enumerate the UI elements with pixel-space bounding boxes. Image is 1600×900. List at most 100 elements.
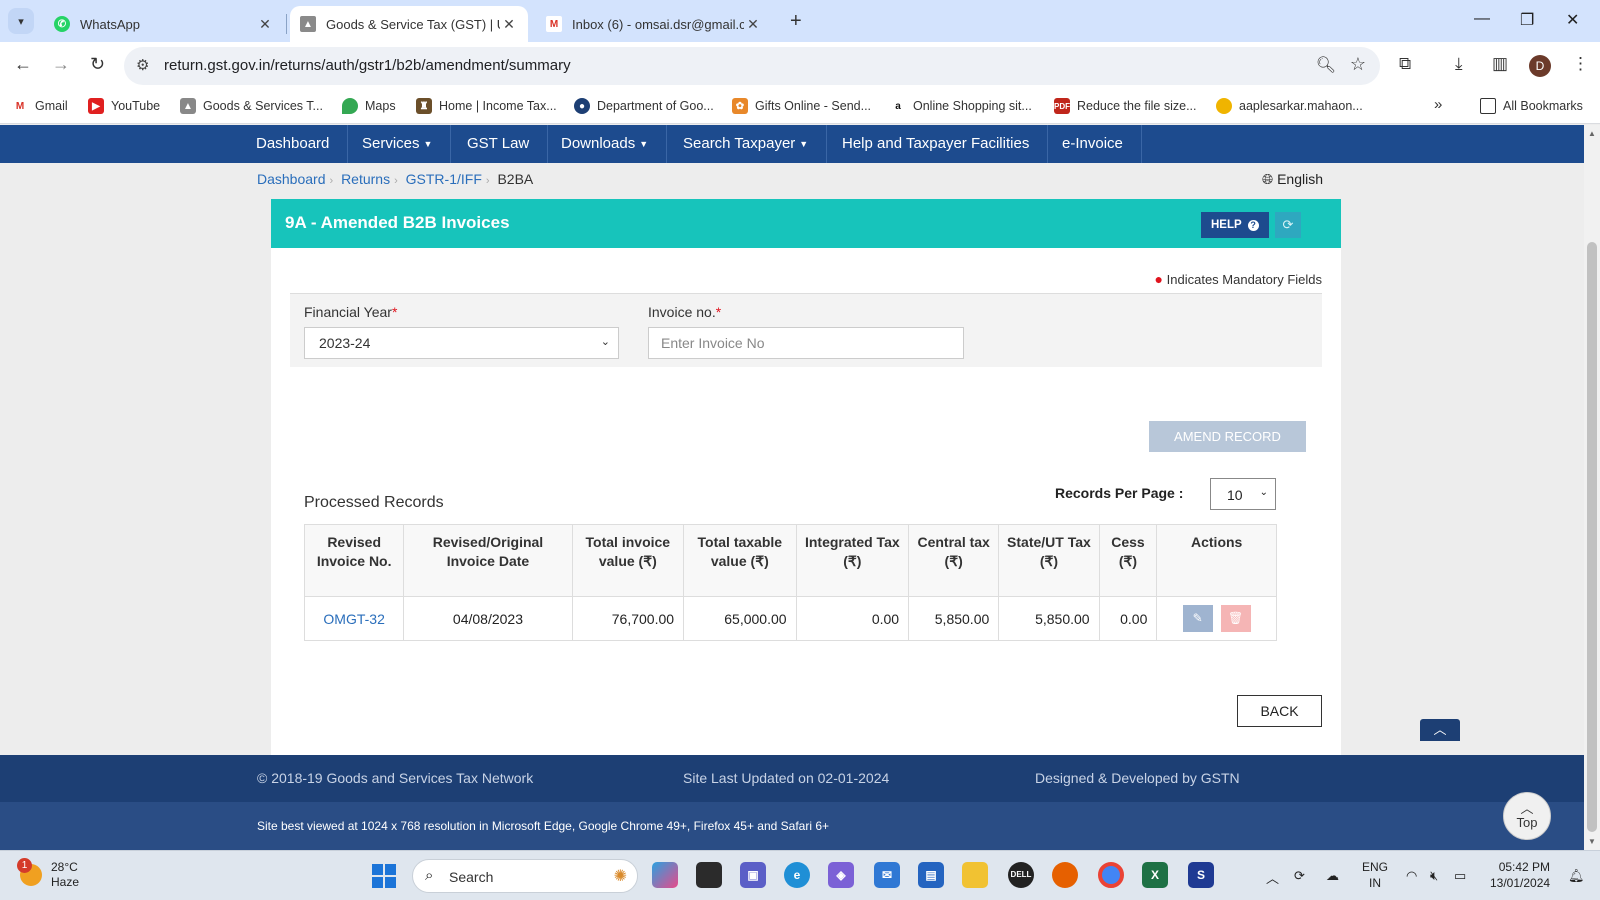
taskbar-search[interactable]: ⌕ Search ✺ — [412, 859, 638, 893]
input-language[interactable]: ENG IN — [1362, 859, 1388, 891]
invoice-no-input[interactable] — [648, 327, 964, 359]
close-window-icon[interactable]: ✕ — [1566, 10, 1579, 30]
address-bar[interactable]: ⚙ return.gst.gov.in/returns/auth/gstr1/b… — [124, 47, 1380, 85]
required-asterisk: * — [391, 304, 398, 320]
nav-services[interactable]: Services ▼ — [344, 125, 452, 163]
tab-gst[interactable]: ▲ Goods & Service Tax (GST) | User ✕ — [290, 6, 528, 42]
minimize-icon[interactable]: — — [1474, 10, 1490, 28]
url-text[interactable]: return.gst.gov.in/returns/auth/gstr1/b2b… — [164, 57, 571, 74]
financial-year-select[interactable]: 2023-24 ⌄ — [304, 327, 619, 359]
copilot-app-icon[interactable]: ◈ — [828, 862, 854, 888]
main-navigation: Dashboard Services ▼ GST Law Downloads ▼ S… — [0, 125, 1584, 163]
back-button[interactable]: BACK — [1237, 695, 1322, 727]
breadcrumb-dashboard[interactable]: Dashboard — [257, 171, 326, 187]
bookmark-gst[interactable]: ▲ Goods & Services T... — [180, 98, 323, 114]
mail-icon[interactable]: ✉ — [874, 862, 900, 888]
tally-app-icon[interactable]: S — [1188, 862, 1214, 888]
volume-muted-icon[interactable]: 🔇︎ — [1430, 868, 1438, 884]
footer-primary: © 2018-19 Goods and Services Tax Network… — [0, 755, 1584, 802]
chrome-icon[interactable] — [1098, 862, 1124, 888]
tab-search-chevron-icon[interactable]: ▾ — [8, 8, 34, 34]
reload-icon[interactable]: ↻ — [90, 54, 105, 75]
nav-e-invoice[interactable]: e-Invoice — [1044, 125, 1142, 163]
help-button[interactable]: HELP? — [1201, 212, 1269, 238]
firefox-icon[interactable] — [1052, 862, 1078, 888]
bookmark-aaplesarkar[interactable]: aaplesarkar.mahaon... — [1216, 98, 1363, 114]
records-per-page-select[interactable]: 10 ⌄ — [1210, 478, 1276, 510]
nav-help-facilities[interactable]: Help and Taxpayer Facilities — [824, 125, 1049, 163]
delete-trash-icon[interactable]: 🗑︎ — [1220, 605, 1251, 632]
scroll-up-chevron-icon[interactable]: ︿ — [1420, 719, 1460, 741]
edge-icon[interactable]: e — [784, 862, 810, 888]
nav-search-taxpayer[interactable]: Search Taxpayer ▼ — [665, 125, 828, 163]
bookmark-youtube[interactable]: ▶ YouTube — [88, 98, 160, 114]
show-hidden-icons-chevron-icon[interactable]: ︿ — [1266, 868, 1279, 887]
bookmark-dept-goods[interactable]: ● Department of Goo... — [574, 98, 714, 114]
bookmark-amazon[interactable]: a Online Shopping sit... — [890, 98, 1032, 114]
excel-icon[interactable]: X — [1142, 862, 1168, 888]
scroll-up-arrow-icon[interactable]: ▲ — [1588, 129, 1596, 138]
battery-icon[interactable]: ▭ — [1454, 868, 1466, 884]
task-view-icon[interactable] — [696, 862, 722, 888]
system-clock[interactable]: 05:42 PM 13/01/2024 — [1490, 859, 1550, 891]
download-icon[interactable]: ⤓ — [1455, 54, 1463, 74]
restore-icon[interactable]: ❐ — [1520, 10, 1534, 30]
teams-icon[interactable]: ▣ — [740, 862, 766, 888]
nav-downloads[interactable]: Downloads ▼ — [543, 125, 668, 163]
search-icon: ⌕ — [425, 867, 434, 884]
select-value: 10 — [1227, 487, 1243, 503]
side-panel-icon[interactable]: ▥ — [1492, 54, 1508, 74]
site-info-icon[interactable]: ⚙ — [136, 56, 149, 74]
notification-bell-icon[interactable]: 🔔︎ — [1568, 868, 1585, 884]
bookmark-maps[interactable]: Maps — [342, 98, 396, 114]
gift-icon: ✿ — [732, 98, 748, 114]
bookmark-gifts[interactable]: ✿ Gifts Online - Send... — [732, 98, 871, 114]
tab-whatsapp[interactable]: ✆ WhatsApp ✕ — [44, 6, 284, 42]
forward-arrow-icon[interactable]: → — [52, 54, 70, 75]
close-tab-icon[interactable]: ✕ — [500, 16, 518, 33]
tab-gmail[interactable]: M Inbox (6) - omsai.dsr@gmail.com ✕ — [536, 6, 772, 42]
more-bookmarks-chevron-icon[interactable]: » — [1434, 96, 1442, 113]
scroll-down-arrow-icon[interactable]: ▼ — [1588, 837, 1596, 846]
breadcrumb-gstr1[interactable]: GSTR-1/IFF — [406, 171, 482, 187]
back-arrow-icon[interactable]: ← — [14, 54, 32, 75]
new-tab-plus-icon[interactable]: + — [790, 10, 802, 33]
file-explorer-icon[interactable] — [962, 862, 988, 888]
bookmark-star-icon[interactable]: ☆ — [1350, 54, 1366, 75]
dell-icon[interactable]: DELL — [1008, 862, 1034, 888]
copilot-icon[interactable] — [652, 862, 678, 888]
store-icon[interactable]: ▤ — [918, 862, 944, 888]
nav-dashboard[interactable]: Dashboard — [238, 125, 349, 163]
weather-widget[interactable]: 1 28°C Haze — [17, 858, 79, 890]
wifi-icon[interactable]: ◠ — [1406, 868, 1417, 884]
profile-avatar[interactable]: D — [1529, 55, 1551, 77]
close-tab-icon[interactable]: ✕ — [256, 16, 274, 33]
bookmark-gmail[interactable]: M Gmail — [12, 98, 68, 114]
sync-icon[interactable]: ⟳ — [1294, 868, 1305, 884]
extensions-puzzle-icon[interactable]: ⧉ — [1399, 54, 1411, 74]
amend-record-button[interactable]: AMEND RECORD — [1149, 421, 1306, 452]
invoice-link[interactable]: OMGT-32 — [323, 611, 384, 627]
breadcrumb-returns[interactable]: Returns — [341, 171, 390, 187]
browser-tab-strip: ▾ ✆ WhatsApp ✕ ▲ Goods & Service Tax (GS… — [0, 0, 1600, 42]
page-scrollbar[interactable]: ▲ ▼ — [1584, 125, 1600, 850]
nav-gst-law[interactable]: GST Law — [449, 125, 549, 163]
gst-emblem-icon: ▲ — [300, 16, 316, 32]
edit-pencil-icon[interactable]: ✎ — [1182, 605, 1213, 632]
search-highlight-icon: ✺ — [613, 868, 627, 885]
windows-start-icon[interactable] — [372, 864, 396, 888]
menu-kebab-icon[interactable]: ⋮ — [1572, 54, 1589, 74]
back-to-top-button[interactable]: ︿ Top — [1503, 792, 1551, 840]
cell-total-taxable-value: 65,000.00 — [683, 596, 797, 641]
aaplesarkar-icon — [1216, 98, 1232, 114]
processed-records-title: Processed Records — [304, 494, 444, 511]
language-selector[interactable]: 🌐︎ English — [1262, 171, 1323, 188]
all-bookmarks[interactable]: All Bookmarks — [1480, 98, 1583, 114]
bookmark-pdf[interactable]: PDF Reduce the file size... — [1054, 98, 1197, 114]
refresh-icon[interactable]: ⟳ — [1275, 212, 1301, 238]
bookmark-income-tax[interactable]: ♜ Home | Income Tax... — [416, 98, 557, 114]
scrollbar-thumb[interactable] — [1587, 242, 1597, 832]
zoom-magnifier-icon[interactable]: 🔍︎ — [1316, 55, 1336, 75]
close-tab-icon[interactable]: ✕ — [744, 16, 762, 33]
onedrive-cloud-icon[interactable]: ☁ — [1326, 868, 1339, 884]
